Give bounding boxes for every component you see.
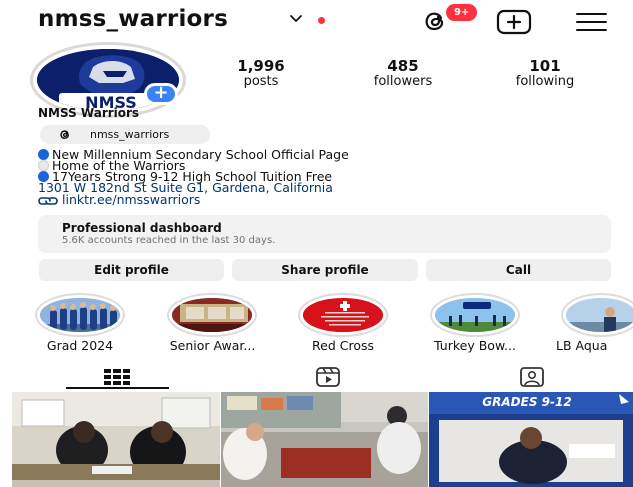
display-name: NMSS Warriors (38, 106, 140, 120)
followers-count[interactable]: 485 followers (358, 57, 448, 90)
post-image (12, 392, 220, 487)
profile-link-text: linktr.ee/nmsswarriors (62, 192, 201, 207)
threads-profile-chip[interactable]: nmss_warriors (40, 125, 210, 144)
highlight-label: LB Aqua (556, 338, 608, 353)
chevron-down-icon[interactable] (288, 10, 304, 26)
dashboard-title: Professional dashboard (62, 221, 222, 235)
call-button[interactable]: Call (426, 259, 611, 281)
highlight-lb-aqua[interactable] (561, 293, 633, 337)
highlight-label: Grad 2024 (46, 338, 114, 353)
edit-profile-button[interactable]: Edit profile (39, 259, 224, 281)
reels-icon[interactable] (313, 366, 343, 388)
tagged-icon[interactable] (517, 366, 547, 388)
threads-handle: nmss_warriors (90, 128, 170, 141)
followers-count-label: followers (373, 74, 433, 89)
post-thumbnail[interactable]: GRADES 9-12 (429, 392, 633, 487)
followers-count-value: 485 (387, 57, 419, 75)
highlight-label: Red Cross (312, 338, 374, 353)
highlight-image (566, 298, 633, 332)
highlight-label: Senior Awar... (169, 338, 256, 353)
post-thumbnail[interactable] (221, 392, 428, 487)
highlight-image (303, 298, 383, 332)
highlight-label: Turkey Bow... (434, 338, 516, 353)
posts-count-value: 1,996 (237, 57, 285, 75)
post-thumbnail[interactable] (12, 392, 220, 487)
grid-icon[interactable] (102, 366, 132, 388)
profile-username[interactable]: nmss_warriors (38, 6, 228, 32)
threads-small-icon (60, 130, 69, 139)
following-count-value: 101 (529, 57, 561, 75)
highlight-red-cross[interactable] (298, 293, 388, 337)
highlight-image (435, 298, 515, 332)
post-image (221, 392, 428, 487)
post-caption-text: GRADES 9-12 (482, 395, 571, 409)
share-profile-button[interactable]: Share profile (232, 259, 418, 281)
professional-dashboard[interactable]: Professional dashboard 5.6K accounts rea… (38, 215, 611, 253)
create-post-icon[interactable] (496, 9, 532, 35)
highlight-image (40, 298, 120, 332)
active-tab-indicator (66, 387, 169, 389)
highlight-turkey-bowl[interactable] (430, 293, 520, 337)
highlight-grad-2024[interactable] (35, 293, 125, 337)
following-count[interactable]: 101 following (500, 57, 590, 90)
unread-dot (318, 17, 325, 24)
posts-count[interactable]: 1,996 posts (216, 57, 306, 90)
post-image: GRADES 9-12 (429, 392, 633, 487)
add-story-plus-icon[interactable]: + (144, 83, 178, 105)
profile-link[interactable]: linktr.ee/nmsswarriors (38, 192, 200, 207)
notification-badge: 9+ (446, 4, 478, 21)
following-count-label: following (515, 74, 575, 89)
dashboard-subtitle: 5.6K accounts reached in the last 30 day… (62, 235, 276, 246)
highlight-senior-awards[interactable] (167, 293, 257, 337)
posts-count-label: posts (243, 74, 279, 89)
highlight-image (172, 298, 252, 332)
link-icon (38, 197, 58, 205)
menu-icon[interactable] (575, 11, 608, 33)
